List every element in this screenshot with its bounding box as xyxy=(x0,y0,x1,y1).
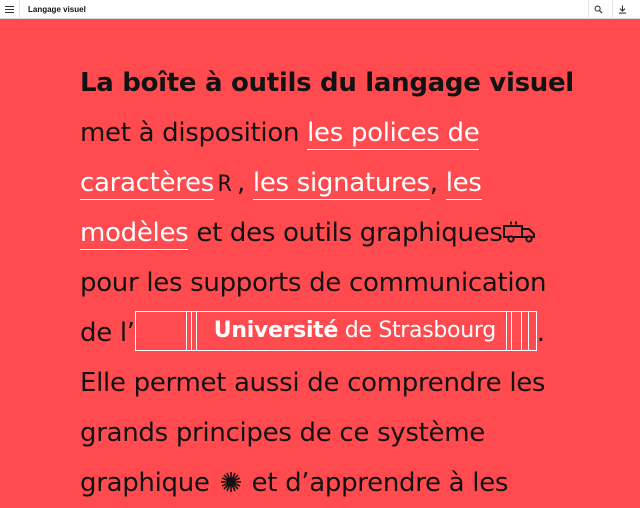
text-line: graphique et d’apprendre à les xyxy=(80,458,570,508)
text-line: de l’ Université de Strasbourg . xyxy=(80,308,570,358)
truck-icon xyxy=(502,221,535,243)
text-line: modèles et des outils graphiques xyxy=(80,208,570,258)
download-icon xyxy=(618,5,627,14)
text-span: graphique xyxy=(80,468,218,498)
font-glyph-r: R xyxy=(218,172,231,197)
text-line: pour les supports de communication xyxy=(80,268,547,298)
text-span: et des outils graphiques xyxy=(188,218,503,248)
search-icon xyxy=(594,5,603,14)
universite-strasbourg-logo: Université de Strasbourg xyxy=(134,311,537,351)
text-span: , xyxy=(236,168,253,198)
logo-wordmark: Université de Strasbourg xyxy=(214,312,496,349)
logo-regular-text: de Strasbourg xyxy=(338,318,496,343)
text-line: grands principes de ce système xyxy=(80,418,485,448)
link-polices-de-caracteres-cont[interactable]: caractères xyxy=(80,168,214,200)
link-modeles[interactable]: les xyxy=(445,168,482,200)
link-polices-de-caracteres[interactable]: les polices de xyxy=(307,118,480,150)
intro-text: La boîte à outils du langage visuel met … xyxy=(80,58,574,508)
search-button[interactable] xyxy=(588,0,608,19)
top-bar: Langage visuel xyxy=(0,0,640,19)
text-line: caractères R, les signatures, les xyxy=(80,158,570,208)
download-button[interactable] xyxy=(612,0,632,19)
hamburger-menu-icon xyxy=(5,6,14,13)
text-line: Elle permet aussi de comprendre les xyxy=(80,368,546,398)
text-span: , xyxy=(429,168,446,198)
page-heading: La boîte à outils du langage visuel xyxy=(80,68,574,98)
link-signatures[interactable]: les signatures xyxy=(252,168,430,200)
logo-bold-text: Université xyxy=(213,318,339,343)
app-title: Langage visuel xyxy=(28,5,86,14)
text-span: met à disposition xyxy=(80,118,308,148)
text-span: et d’apprendre à les xyxy=(243,468,509,498)
text-line: met à disposition les polices de xyxy=(80,108,570,158)
burst-icon xyxy=(220,472,241,492)
text-span: . xyxy=(536,318,545,348)
text-span: de l’ xyxy=(80,318,135,348)
link-modeles-cont[interactable]: modèles xyxy=(80,218,189,250)
menu-button[interactable] xyxy=(0,0,20,19)
